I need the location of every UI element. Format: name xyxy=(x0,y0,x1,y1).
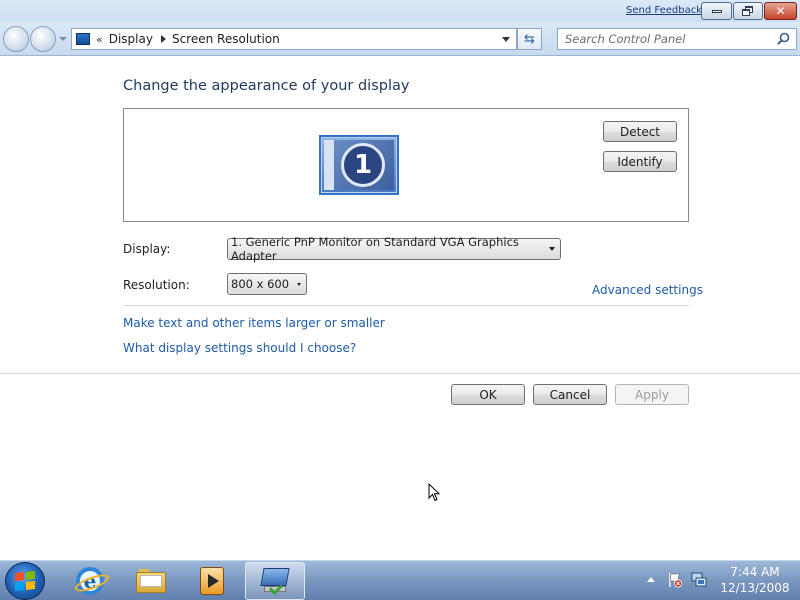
dropdown-arrow-icon xyxy=(549,247,555,251)
mouse-cursor-icon xyxy=(428,483,440,502)
taskbar-internet-explorer[interactable]: e xyxy=(60,565,120,597)
close-icon: ✕ xyxy=(775,4,786,18)
forward-button[interactable] xyxy=(30,26,56,52)
address-bar[interactable]: « Display Screen Resolution xyxy=(71,28,517,50)
ok-button[interactable]: OK xyxy=(451,384,525,405)
minimize-button[interactable] xyxy=(701,2,732,20)
search-icon[interactable] xyxy=(777,32,790,45)
restore-icon xyxy=(742,6,754,16)
resolution-select-value: 800 x 600 xyxy=(231,277,290,291)
action-center-flag-icon[interactable] xyxy=(667,572,683,588)
taskbar-media-player[interactable] xyxy=(182,565,242,597)
resolution-select[interactable]: 800 x 600 xyxy=(227,273,307,295)
divider xyxy=(123,305,689,306)
search-input[interactable] xyxy=(558,29,768,49)
cancel-button[interactable]: Cancel xyxy=(533,384,607,405)
resolution-label: Resolution: xyxy=(123,278,190,292)
divider xyxy=(0,373,800,374)
clock-date: 12/13/2008 xyxy=(720,581,790,595)
breadcrumb-overflow[interactable]: « xyxy=(96,33,103,46)
taskbar-windows-explorer[interactable] xyxy=(121,565,181,597)
display-select[interactable]: 1. Generic PnP Monitor on Standard VGA G… xyxy=(227,235,561,263)
display-select-value: 1. Generic PnP Monitor on Standard VGA G… xyxy=(231,235,519,263)
maximize-button[interactable] xyxy=(733,2,763,20)
breadcrumb-screen-resolution[interactable]: Screen Resolution xyxy=(172,32,280,46)
detect-button[interactable]: Detect xyxy=(603,121,677,142)
recent-pages-dropdown-icon[interactable] xyxy=(59,37,67,41)
text-size-link[interactable]: Make text and other items larger or smal… xyxy=(123,316,385,330)
internet-explorer-icon: e xyxy=(73,567,111,595)
breadcrumb-chevron-icon[interactable] xyxy=(160,35,166,43)
page-title: Change the appearance of your display xyxy=(123,78,410,94)
media-player-icon xyxy=(200,567,224,595)
windows-explorer-icon xyxy=(136,569,166,593)
refresh-button[interactable]: ⇆ xyxy=(517,28,542,50)
start-button[interactable] xyxy=(5,562,45,600)
breadcrumb-display[interactable]: Display xyxy=(109,32,153,46)
show-hidden-icons-icon[interactable] xyxy=(647,577,655,582)
monitor-number: 1 xyxy=(341,143,385,187)
system-clock[interactable]: 7:44 AM 12/13/2008 xyxy=(712,564,798,596)
clock-time: 7:44 AM xyxy=(730,565,780,579)
navigation-bar: « Display Screen Resolution ⇆ xyxy=(0,22,800,56)
display-label: Display: xyxy=(123,242,171,256)
close-button[interactable]: ✕ xyxy=(764,2,797,20)
advanced-settings-link[interactable]: Advanced settings xyxy=(592,283,703,297)
minimize-icon xyxy=(711,9,722,13)
network-icon[interactable] xyxy=(691,572,707,588)
taskbar-control-panel[interactable] xyxy=(245,562,305,600)
send-feedback-link[interactable]: Send Feedback xyxy=(626,5,702,16)
monitor-1-icon[interactable]: 1 xyxy=(319,135,399,195)
refresh-icon: ⇆ xyxy=(524,31,535,47)
identify-button[interactable]: Identify xyxy=(603,151,677,172)
dropdown-arrow-icon xyxy=(297,283,301,286)
display-help-link[interactable]: What display settings should I choose? xyxy=(123,341,356,355)
search-box[interactable] xyxy=(557,28,797,50)
control-panel-icon xyxy=(76,33,90,45)
address-dropdown-icon[interactable] xyxy=(502,37,510,42)
back-button[interactable] xyxy=(3,26,29,52)
windows-start-icon xyxy=(15,570,35,592)
apply-button[interactable]: Apply xyxy=(615,384,689,405)
control-panel-display-icon xyxy=(260,568,290,596)
